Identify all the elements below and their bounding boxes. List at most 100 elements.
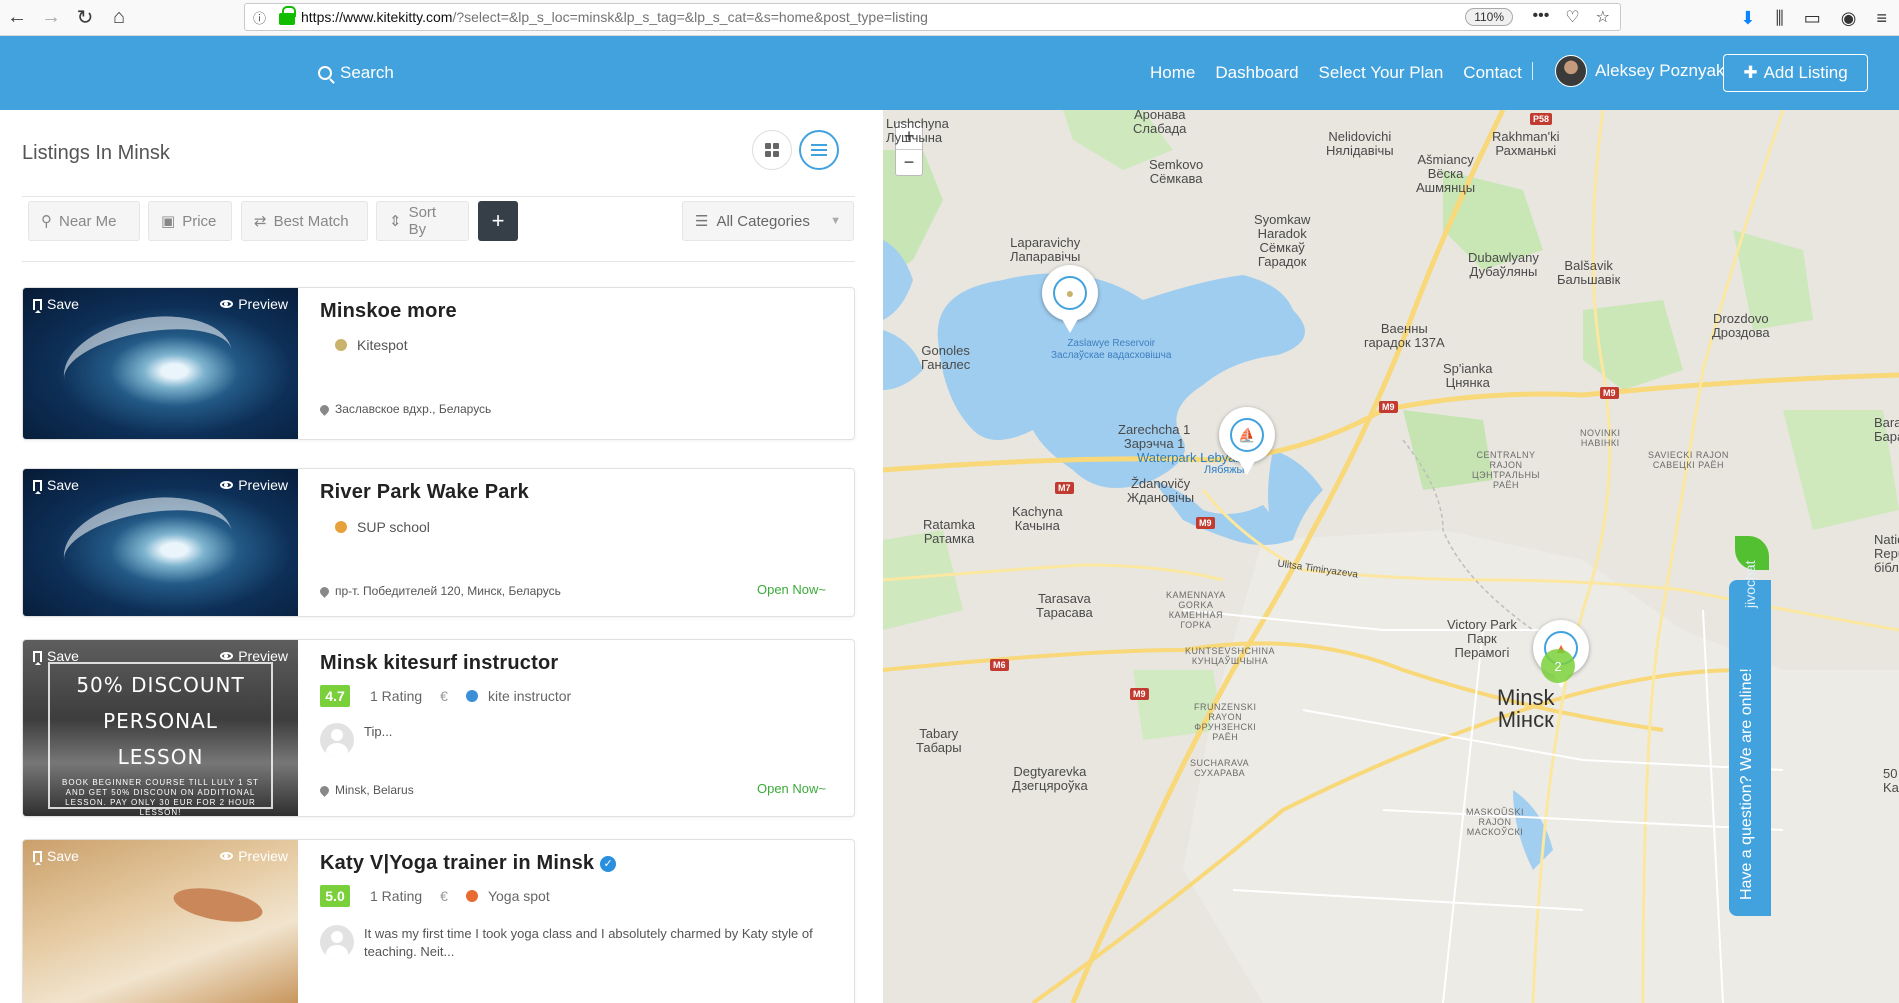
map-marker-kitespot[interactable]: ● (1042, 265, 1098, 333)
listing-title[interactable]: Minsk kitesurf instructor (320, 652, 558, 675)
listing-title[interactable]: Minskoe more (320, 300, 457, 323)
back-icon[interactable]: ← (0, 1, 34, 35)
map-water-label: Zaslawye Reservoir Заслаўскае вадасховішч… (1051, 338, 1172, 361)
map-place-label: Ždanovičy Ждановічы (1127, 476, 1195, 505)
save-button[interactable]: Save (33, 848, 79, 865)
open-status[interactable]: Open Now~ (757, 582, 826, 597)
promo-line: LESSON (117, 745, 204, 769)
rating-count[interactable]: 1 Rating (370, 888, 422, 904)
list-icon (811, 144, 827, 156)
map-place-label: Tarasava Тарасава (1036, 591, 1093, 620)
more-filters-button[interactable]: + (478, 201, 518, 241)
grid-view-button[interactable] (752, 130, 792, 170)
nav-select-plan[interactable]: Select Your Plan (1319, 63, 1444, 83)
review-text: Tip... (364, 724, 393, 739)
category-label: SUP school (357, 519, 430, 535)
listing-image[interactable]: 50% DISCOUNT PERSONAL LESSON BOOK BEGINN… (23, 640, 298, 816)
page-actions-icon[interactable]: ••• (1533, 7, 1550, 27)
chat-widget-tab[interactable]: jivochat Have a question? We are online! (1729, 561, 1771, 916)
verified-icon: ✓ (600, 855, 617, 872)
home-icon[interactable]: ⌂ (102, 1, 136, 35)
map-place-label: Ratamka Ратамка (923, 517, 976, 546)
nav-home[interactable]: Home (1150, 63, 1195, 83)
pocket-icon[interactable]: ♡ (1565, 7, 1579, 27)
map-marker-icon (318, 584, 331, 598)
chevron-down-icon: ▼ (830, 215, 841, 227)
best-match-filter[interactable]: ⇄ Best Match (241, 201, 368, 241)
road-badge: M9 (1196, 517, 1215, 529)
site-info-icon[interactable]: ⓘ (253, 8, 275, 27)
listing-category[interactable]: SUP school (335, 519, 430, 535)
site-header: Search Home Dashboard Select Your Plan C… (0, 36, 1899, 110)
preview-button[interactable]: Preview (220, 648, 288, 664)
avatar (1555, 55, 1587, 87)
download-icon[interactable]: ⬇ (1740, 8, 1755, 29)
eye-icon (220, 652, 234, 660)
zoom-level-badge[interactable]: 110% (1465, 8, 1513, 26)
price-filter[interactable]: ▣ Price (148, 201, 232, 241)
url-text[interactable]: https://www.kitekitty.com/?select=&lp_s_… (301, 9, 928, 25)
rating-count[interactable]: 1 Rating (370, 688, 422, 704)
save-button[interactable]: Save (33, 296, 79, 313)
preview-button[interactable]: Preview (220, 296, 288, 312)
road-badge: M9 (1379, 401, 1398, 413)
search-icon (318, 66, 332, 80)
preview-label: Preview (238, 477, 288, 493)
user-menu[interactable]: Aleksey Poznyak (1555, 55, 1724, 87)
bookmark-icon (33, 850, 42, 865)
map-cluster[interactable]: 2 (1541, 649, 1575, 683)
listing-image[interactable]: Save Preview (23, 840, 298, 1003)
save-button[interactable]: Save (33, 648, 79, 665)
preview-label: Preview (238, 296, 288, 312)
listing-card[interactable]: Save Preview River Park Wake Park SUP sc… (22, 468, 855, 617)
reload-icon[interactable]: ↻ (68, 1, 102, 35)
save-button[interactable]: Save (33, 477, 79, 494)
listing-card[interactable]: 50% DISCOUNT PERSONAL LESSON BOOK BEGINN… (22, 639, 855, 817)
nav-divider (1532, 62, 1533, 80)
near-me-filter[interactable]: ⚲ Near Me (28, 201, 140, 241)
preview-label: Preview (238, 848, 288, 864)
add-listing-button[interactable]: ✚ Add Listing (1723, 54, 1868, 92)
address-text: Minsk, Belarus (335, 783, 414, 797)
listing-category[interactable]: Yoga spot (465, 888, 550, 904)
map-marker-icon (318, 783, 331, 797)
listing-title[interactable]: Katy V|Yoga trainer in Minsk ✓ (320, 852, 617, 875)
map-place-label: Аронава Слабада (1133, 110, 1187, 136)
kitespot-icon: ● (1053, 276, 1087, 310)
category-label: kite instructor (487, 688, 572, 704)
categories-select[interactable]: ☰ All Categories ▼ (682, 201, 854, 241)
listing-card[interactable]: Save Preview Minskoe more Kitespot Засла… (22, 287, 855, 440)
zoom-out-button[interactable]: − (896, 149, 922, 175)
list-view-button[interactable] (799, 130, 839, 170)
listing-image[interactable]: Save Preview (23, 469, 298, 616)
list-icon: ☰ (695, 213, 709, 230)
preview-button[interactable]: Preview (220, 848, 288, 864)
category-label: Yoga spot (487, 888, 550, 904)
listing-category[interactable]: Kitespot (335, 337, 408, 353)
listing-title[interactable]: River Park Wake Park (320, 481, 529, 504)
chat-brand: jivochat (1742, 560, 1758, 608)
listing-image[interactable]: Save Preview (23, 288, 298, 439)
preview-button[interactable]: Preview (220, 477, 288, 493)
divider (22, 261, 855, 262)
sort-by-filter[interactable]: ⇕ Sort By (376, 201, 469, 241)
open-status[interactable]: Open Now~ (757, 781, 826, 796)
bookmark-icon (33, 298, 42, 313)
nav-dashboard[interactable]: Dashboard (1215, 63, 1298, 83)
sidebar-icon[interactable]: ▭ (1804, 8, 1821, 29)
account-icon[interactable]: ◉ (1841, 8, 1857, 29)
eye-icon (220, 852, 234, 860)
menu-icon[interactable]: ≡ (1876, 8, 1887, 29)
search-button[interactable]: Search (318, 63, 394, 83)
forward-icon[interactable]: → (34, 1, 68, 35)
nav-contact[interactable]: Contact (1463, 63, 1522, 83)
listing-category[interactable]: kite instructor (465, 688, 572, 704)
bookmark-star-icon[interactable]: ☆ (1596, 7, 1610, 27)
address-bar[interactable]: ⓘ https://www.kitekitty.com/?select=&lp_… (244, 3, 1621, 31)
listing-card[interactable]: Save Preview Katy V|Yoga trainer in Mins… (22, 839, 855, 1003)
map-place-label: Semkovo Сёмкава (1149, 157, 1204, 186)
map-marker-sup-school[interactable]: ⛵ (1219, 407, 1275, 475)
reviewer-avatar (320, 723, 354, 757)
divider (22, 196, 855, 197)
library-icon[interactable]: ⫼ (1775, 8, 1783, 29)
